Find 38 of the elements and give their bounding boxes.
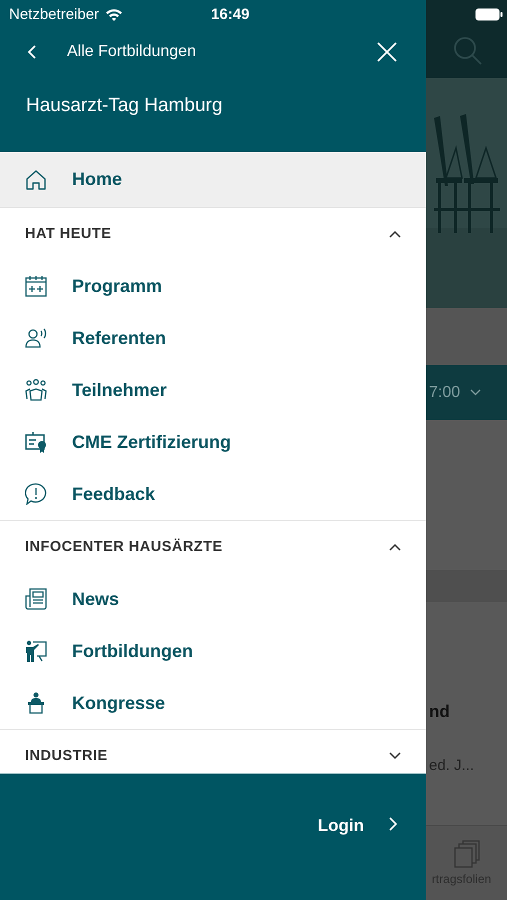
login-button[interactable]: Login bbox=[318, 814, 398, 838]
section-heading: INDUSTRIE bbox=[25, 748, 108, 764]
menu-item[interactable]: News bbox=[0, 573, 426, 625]
time-filter: 7:00 bbox=[429, 384, 460, 402]
certificate-icon bbox=[25, 431, 47, 453]
caret-up-icon[interactable] bbox=[389, 543, 401, 551]
menu-item[interactable]: Referenten bbox=[0, 312, 426, 364]
copies-icon bbox=[454, 840, 480, 868]
podium-speaker-icon bbox=[25, 692, 47, 714]
caret-down-icon[interactable] bbox=[389, 752, 401, 760]
wifi-icon bbox=[105, 8, 124, 20]
back-chevron-icon bbox=[27, 44, 37, 60]
status-time: 16:49 bbox=[211, 6, 250, 22]
speaking-person-icon bbox=[25, 327, 47, 349]
close-icon[interactable] bbox=[376, 41, 398, 63]
home-icon bbox=[25, 168, 47, 190]
back-button[interactable]: Alle Fortbildungen bbox=[27, 43, 196, 61]
calendar-icon bbox=[25, 275, 47, 297]
newspaper-icon bbox=[25, 588, 47, 610]
teacher-board-icon bbox=[25, 640, 47, 662]
menu-item[interactable]: Programm bbox=[0, 260, 426, 312]
group-icon bbox=[25, 379, 47, 401]
battery-icon bbox=[475, 8, 503, 20]
menu-item[interactable]: Kongresse bbox=[0, 677, 426, 729]
menu-item[interactable]: Fortbildungen bbox=[0, 625, 426, 677]
card-heading: nd bbox=[429, 702, 451, 722]
caret-up-icon[interactable] bbox=[389, 230, 401, 238]
event-title: Hausarzt-Tag Hamburg bbox=[25, 94, 224, 117]
feedback-bubble-icon bbox=[25, 483, 47, 505]
section-heading: INFOCENTER HAUSÄRZTE bbox=[25, 539, 223, 555]
menu-item[interactable]: Feedback bbox=[0, 468, 426, 520]
menu-item[interactable]: Teilnehmer bbox=[0, 364, 426, 416]
home-menu-item[interactable]: Home bbox=[0, 152, 426, 208]
chevron-right-icon bbox=[388, 816, 398, 832]
menu-item[interactable]: CME Zertifizierung bbox=[0, 416, 426, 468]
section-heading: HAT HEUTE bbox=[25, 226, 112, 242]
carrier-name: Netzbetreiber bbox=[9, 6, 100, 22]
chevron-down-icon bbox=[470, 389, 482, 396]
